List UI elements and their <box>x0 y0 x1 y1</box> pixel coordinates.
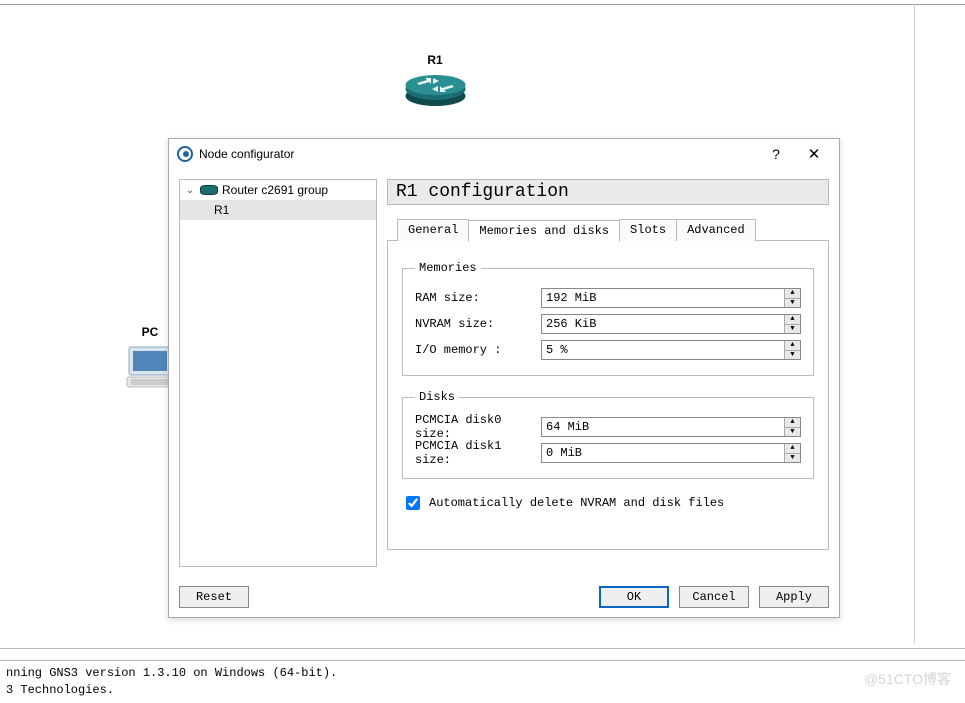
io-memory-spinbox[interactable]: ▲▼ <box>541 340 801 360</box>
spin-down-icon[interactable]: ▼ <box>785 428 800 437</box>
auto-delete-checkbox[interactable] <box>406 496 420 510</box>
router-node[interactable]: R1 <box>390 53 480 110</box>
disk0-size-spinbox[interactable]: ▲▼ <box>541 417 801 437</box>
tab-content-memories: Memories RAM size: ▲▼ NVRAM size: <box>387 240 829 550</box>
nvram-size-input[interactable] <box>542 315 784 333</box>
disk0-size-label: PCMCIA disk0 size: <box>415 413 535 441</box>
tab-memories-and-disks[interactable]: Memories and disks <box>468 220 620 242</box>
nvram-size-spinbox[interactable]: ▲▼ <box>541 314 801 334</box>
io-memory-label: I/O memory : <box>415 343 535 357</box>
config-panel: R1 configuration General Memories and di… <box>387 179 829 567</box>
status-line-2: 3 Technologies. <box>6 682 959 699</box>
disk1-size-label: PCMCIA disk1 size: <box>415 439 535 467</box>
disk1-size-input[interactable] <box>542 444 784 462</box>
tree-item-r1[interactable]: R1 <box>180 200 376 220</box>
tab-row: General Memories and disks Slots Advance… <box>387 219 829 241</box>
tree-group-label: Router c2691 group <box>222 183 328 197</box>
status-line-1: nning GNS3 version 1.3.10 on Windows (64… <box>6 665 959 682</box>
io-memory-input[interactable] <box>542 341 784 359</box>
dialog-button-bar: Reset OK Cancel Apply <box>169 577 839 617</box>
device-tree[interactable]: ⌄ Router c2691 group R1 <box>179 179 377 567</box>
disk1-size-spinbox[interactable]: ▲▼ <box>541 443 801 463</box>
tab-general[interactable]: General <box>397 219 469 241</box>
spin-up-icon[interactable]: ▲ <box>785 315 800 325</box>
spin-up-icon[interactable]: ▲ <box>785 418 800 428</box>
tab-slots[interactable]: Slots <box>619 219 677 241</box>
spin-down-icon[interactable]: ▼ <box>785 351 800 360</box>
cancel-button[interactable]: Cancel <box>679 586 749 608</box>
reset-button[interactable]: Reset <box>179 586 249 608</box>
spin-down-icon[interactable]: ▼ <box>785 454 800 463</box>
ok-button[interactable]: OK <box>599 586 669 608</box>
spin-up-icon[interactable]: ▲ <box>785 289 800 299</box>
disks-legend: Disks <box>415 390 459 404</box>
app-icon <box>177 146 193 162</box>
ram-size-input[interactable] <box>542 289 784 307</box>
ram-size-spinbox[interactable]: ▲▼ <box>541 288 801 308</box>
auto-delete-row[interactable]: Automatically delete NVRAM and disk file… <box>402 493 814 513</box>
disks-group: Disks PCMCIA disk0 size: ▲▼ PCMCIA disk1… <box>402 390 814 479</box>
memories-group: Memories RAM size: ▲▼ NVRAM size: <box>402 261 814 376</box>
dialog-title: Node configurator <box>199 147 757 161</box>
nvram-size-label: NVRAM size: <box>415 317 535 331</box>
watermark: @51CTO博客 <box>864 669 951 689</box>
tab-advanced[interactable]: Advanced <box>676 219 756 241</box>
disk0-size-input[interactable] <box>542 418 784 436</box>
router-label: R1 <box>390 53 480 67</box>
spin-up-icon[interactable]: ▲ <box>785 341 800 351</box>
ram-size-label: RAM size: <box>415 291 535 305</box>
node-configurator-dialog: Node configurator ? ✕ ⌄ Router c2691 gro… <box>168 138 840 618</box>
memories-legend: Memories <box>415 261 481 275</box>
spin-down-icon[interactable]: ▼ <box>785 299 800 308</box>
spin-up-icon[interactable]: ▲ <box>785 444 800 454</box>
dialog-titlebar[interactable]: Node configurator ? ✕ <box>169 139 839 169</box>
close-button[interactable]: ✕ <box>795 142 833 166</box>
chevron-down-icon[interactable]: ⌄ <box>184 185 196 196</box>
apply-button[interactable]: Apply <box>759 586 829 608</box>
spin-down-icon[interactable]: ▼ <box>785 325 800 334</box>
router-icon <box>403 96 468 110</box>
tree-group-row[interactable]: ⌄ Router c2691 group <box>180 180 376 200</box>
panel-title: R1 configuration <box>387 179 829 205</box>
router-icon <box>200 185 218 195</box>
tree-item-label: R1 <box>214 203 229 217</box>
auto-delete-label: Automatically delete NVRAM and disk file… <box>429 496 724 510</box>
help-button[interactable]: ? <box>757 142 795 166</box>
status-bar: nning GNS3 version 1.3.10 on Windows (64… <box>0 660 965 703</box>
